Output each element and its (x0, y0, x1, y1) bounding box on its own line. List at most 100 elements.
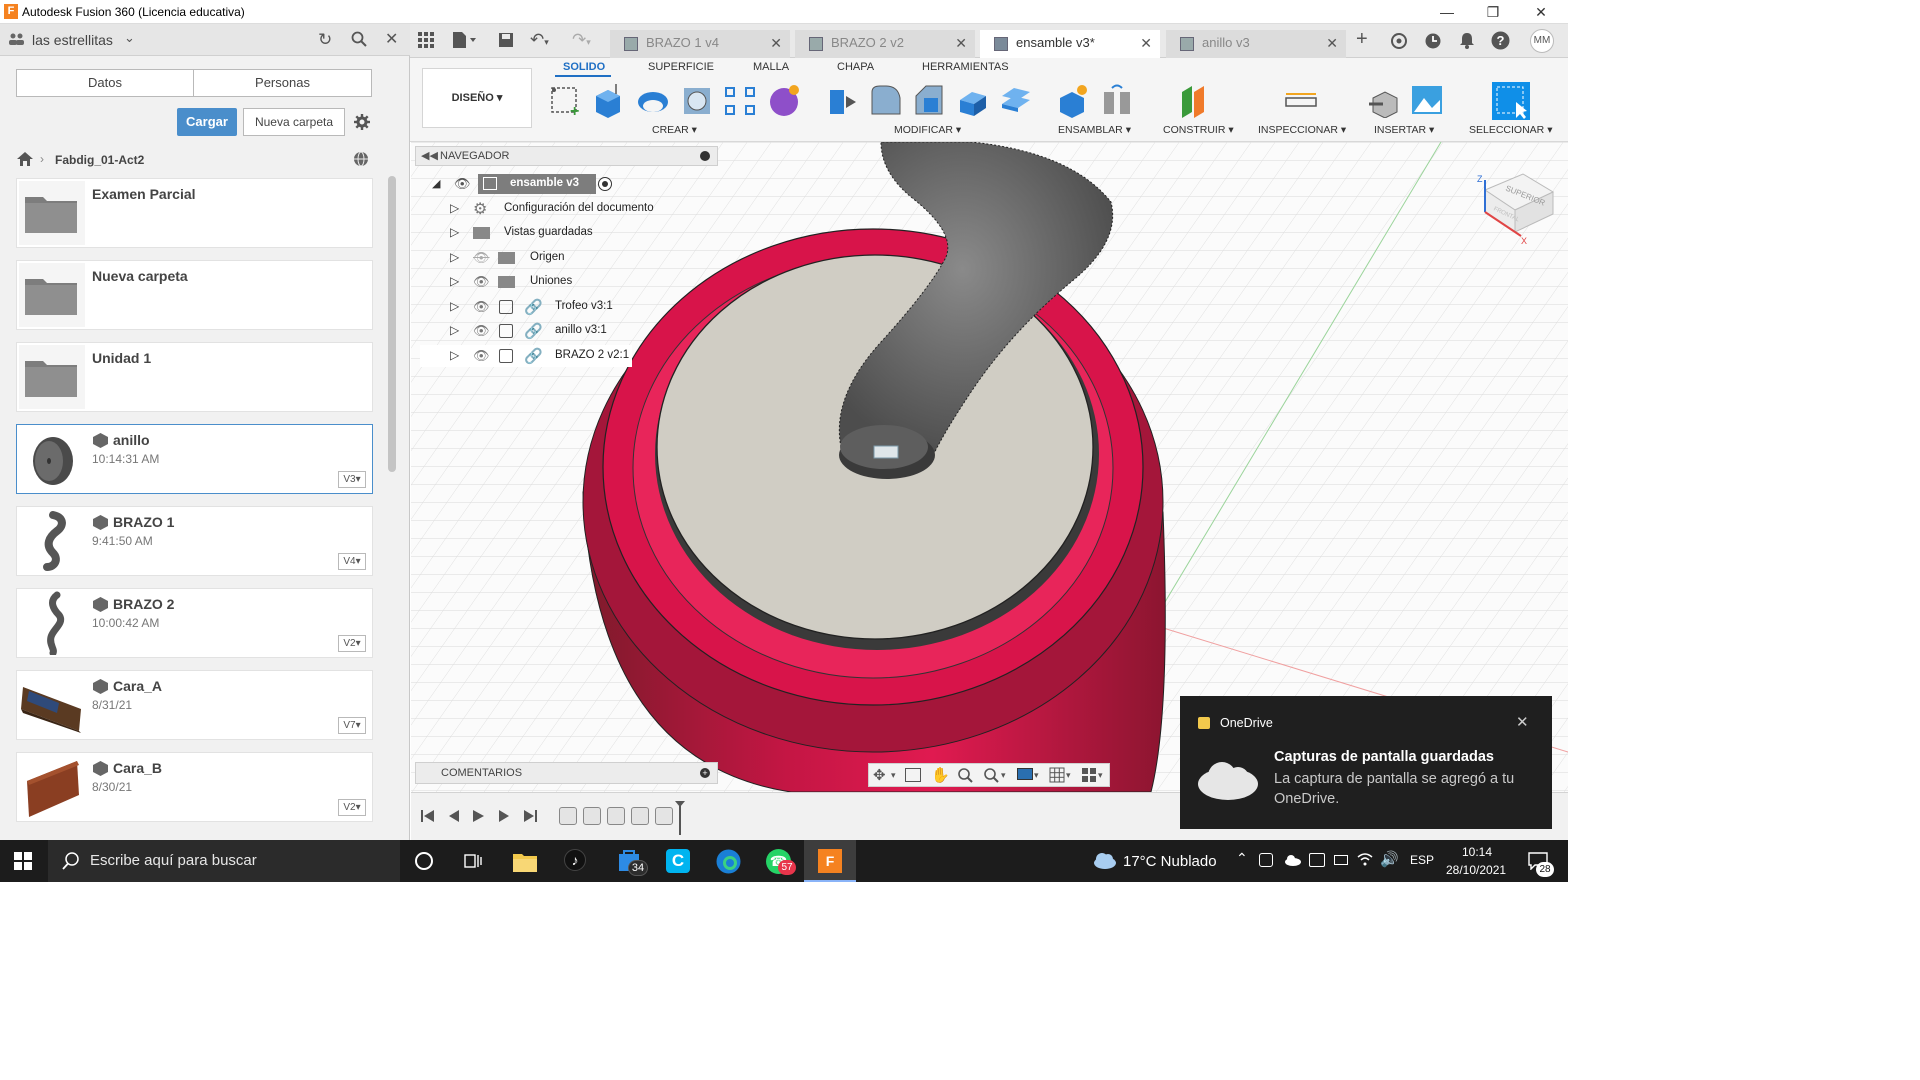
undo-icon[interactable]: ↶▾ (530, 30, 549, 50)
globe-icon[interactable] (353, 151, 369, 167)
close-tab-icon[interactable]: ✕ (955, 30, 967, 56)
navigator-options-icon[interactable] (700, 151, 710, 161)
meet-now-icon[interactable] (1259, 853, 1273, 867)
zoom-icon[interactable] (957, 767, 973, 783)
version-dropdown[interactable]: V4▾ (338, 553, 366, 570)
extrude-icon[interactable] (592, 82, 626, 118)
close-tab-icon[interactable]: ✕ (1140, 30, 1152, 56)
tab-brazo2[interactable]: BRAZO 2 v2 ✕ (795, 30, 975, 58)
save-icon[interactable] (498, 32, 514, 48)
chevron-down-icon[interactable]: ▾ (891, 770, 896, 781)
list-item[interactable]: Cara_B 8/30/21 V2▾ (16, 752, 373, 822)
collapse-navigator-icon[interactable]: ◀◀ (421, 149, 438, 162)
tab-brazo1[interactable]: BRAZO 1 v4 ✕ (610, 30, 790, 58)
cortana-c-app-icon[interactable]: C (666, 849, 690, 873)
timeline-marker-icon[interactable] (675, 801, 685, 835)
navigator-row[interactable]: ▷ ⚙ Configuración del documento (420, 198, 660, 220)
chevron-down-icon[interactable]: ▾ (1098, 770, 1103, 781)
close-tab-icon[interactable]: ✕ (1326, 30, 1338, 56)
timeline-joint-icon[interactable] (655, 807, 673, 825)
version-dropdown[interactable]: V7▾ (338, 717, 366, 734)
close-window-button[interactable]: ✕ (1526, 3, 1556, 21)
joint-glyph-icon[interactable] (873, 445, 899, 459)
navigator-row[interactable]: ▷ 👁 Uniones (420, 271, 620, 293)
timeline-feature-icon[interactable] (631, 807, 649, 825)
revolve-icon[interactable] (636, 82, 670, 118)
visibility-eye-icon[interactable]: 👁 (473, 323, 490, 339)
new-component-icon[interactable] (1056, 82, 1090, 118)
pattern-icon[interactable] (724, 82, 758, 118)
pan-hand-icon[interactable]: ✋ (931, 766, 950, 784)
minimize-button[interactable]: — (1432, 3, 1462, 21)
weather-cloud-icon[interactable] (1093, 851, 1117, 869)
grid-settings-icon[interactable] (1049, 767, 1065, 783)
fit-window-icon[interactable] (983, 767, 999, 783)
list-item[interactable]: anillo 10:14:31 AM V3▾ (16, 424, 373, 494)
weather-text[interactable]: 17°C Nublado (1123, 853, 1217, 870)
tab-anillo[interactable]: anillo v3 ✕ (1166, 30, 1346, 58)
version-dropdown[interactable]: V2▾ (338, 799, 366, 816)
visibility-eye-icon[interactable]: 👁 (454, 176, 471, 192)
insert-derive-icon[interactable] (1367, 82, 1401, 118)
chamfer-icon[interactable] (912, 82, 946, 118)
onedrive-tray-icon[interactable] (1284, 854, 1302, 866)
group-inspeccionar[interactable]: INSPECCIONAR ▾ (1258, 124, 1346, 136)
timeline-previous-icon[interactable] (447, 809, 461, 823)
settings-gear-icon[interactable] (353, 113, 371, 131)
list-item[interactable]: Unidad 1 (16, 342, 373, 412)
version-dropdown[interactable]: V2▾ (338, 635, 366, 652)
new-folder-button[interactable]: Nueva carpeta (243, 108, 345, 136)
windows-start-icon[interactable] (14, 852, 32, 870)
close-panel-icon[interactable]: ✕ (385, 29, 398, 49)
upload-button[interactable]: Cargar (177, 108, 237, 136)
press-pull-icon[interactable] (824, 82, 858, 118)
timeline-feature-icon[interactable] (559, 807, 577, 825)
hidden-eye-icon[interactable]: 👁 (473, 250, 490, 266)
form-icon[interactable] (768, 82, 802, 118)
timeline-first-icon[interactable] (421, 809, 435, 823)
expand-arrow-icon[interactable]: ▷ (450, 348, 459, 362)
apps-grid-icon[interactable] (418, 32, 434, 48)
cortana-icon[interactable] (415, 852, 433, 870)
navigator-root-row[interactable]: ◢ 👁 ensamble v3 (420, 173, 620, 195)
navigator-row[interactable]: ▷ 👁 🔗 anillo v3:1 (420, 320, 620, 342)
measure-icon[interactable] (1284, 82, 1318, 118)
chevron-down-icon[interactable]: ▾ (1066, 770, 1071, 781)
chevron-down-icon[interactable]: ⌄ (124, 30, 135, 46)
expand-arrow-icon[interactable]: ▷ (450, 274, 459, 288)
expand-arrow-icon[interactable]: ▷ (450, 201, 459, 215)
list-item[interactable]: Nueva carpeta (16, 260, 373, 330)
tab-datos[interactable]: Datos (17, 70, 194, 96)
look-at-icon[interactable] (905, 768, 921, 782)
group-insertar[interactable]: INSERTAR ▾ (1374, 124, 1434, 136)
wifi-icon[interactable] (1357, 851, 1373, 867)
visibility-eye-icon[interactable]: 👁 (473, 274, 490, 290)
tiktok-icon[interactable]: ♪ (564, 849, 586, 871)
tray-app-icon[interactable] (1309, 853, 1325, 867)
timeline-next-icon[interactable] (497, 809, 511, 823)
refresh-icon[interactable]: ↻ (318, 30, 332, 50)
language-indicator[interactable]: ESP (1410, 853, 1434, 867)
display-settings-icon[interactable] (1017, 768, 1033, 780)
breadcrumb[interactable]: Fabdig_01-Act2 (55, 153, 144, 167)
add-comment-icon[interactable]: + (700, 768, 710, 778)
shell-icon[interactable] (956, 82, 990, 118)
group-seleccionar[interactable]: SELECCIONAR ▾ (1469, 124, 1552, 136)
extensions-icon[interactable] (1390, 32, 1408, 50)
group-ensamblar[interactable]: ENSAMBLAR ▾ (1058, 124, 1131, 136)
clock-date[interactable]: 28/10/2021 (1446, 863, 1506, 877)
chevron-down-icon[interactable]: ▾ (1034, 770, 1039, 781)
list-item[interactable]: BRAZO 1 9:41:50 AM V4▾ (16, 506, 373, 576)
activate-radio-icon[interactable] (598, 177, 612, 191)
expand-arrow-icon[interactable]: ▷ (450, 250, 459, 264)
timeline-feature-icon[interactable] (583, 807, 601, 825)
tab-ensamble[interactable]: ensamble v3* ✕ (980, 30, 1160, 58)
volume-icon[interactable]: 🔊 (1380, 850, 1399, 868)
edge-icon[interactable] (716, 849, 741, 874)
file-explorer-icon[interactable] (513, 850, 537, 872)
timeline-play-icon[interactable] (471, 809, 485, 823)
taskbar-search-box[interactable]: Escribe aquí para buscar (48, 840, 400, 882)
close-notification-icon[interactable]: ✕ (1516, 713, 1529, 731)
navigator-row[interactable]: ▷ 👁 🔗 BRAZO 2 v2:1 (420, 345, 632, 367)
workspace-switcher[interactable]: DISEÑO ▾ (422, 68, 532, 128)
